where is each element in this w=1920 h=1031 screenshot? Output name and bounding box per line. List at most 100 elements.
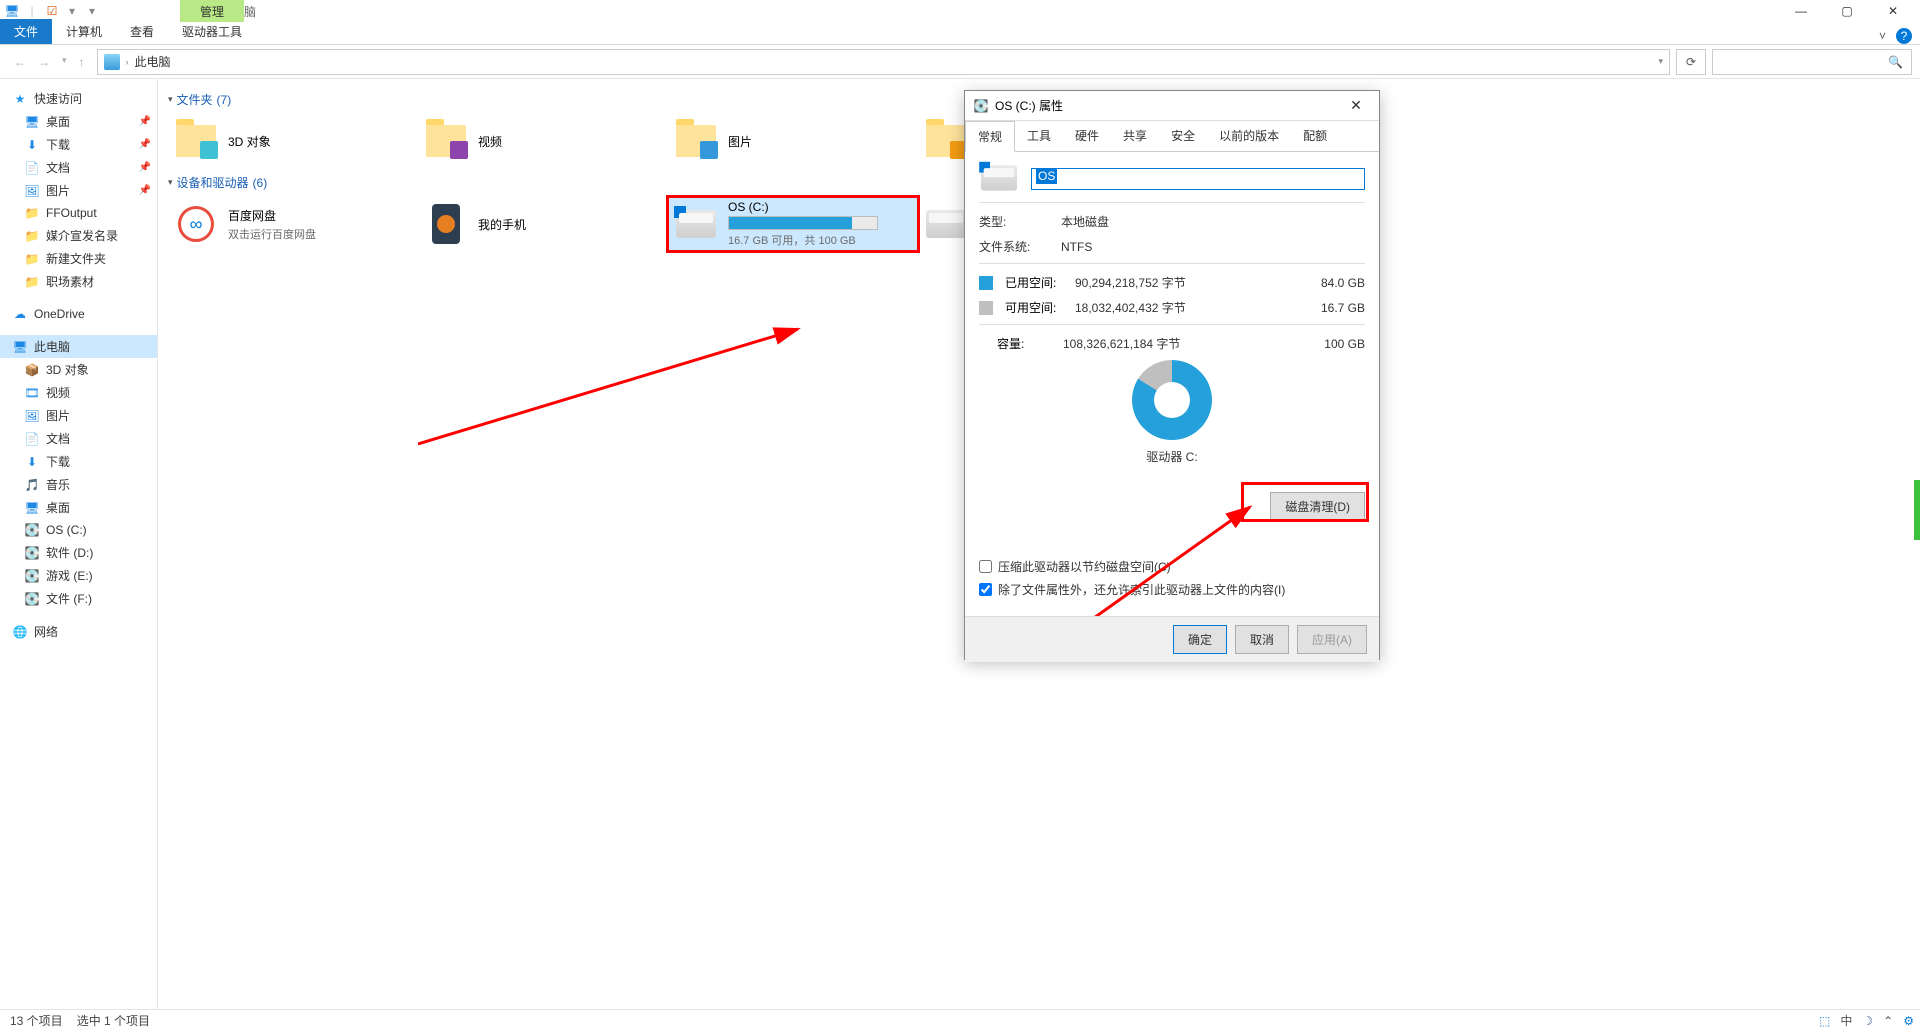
item-icon: 💽 <box>24 545 40 561</box>
cloud-icon: ☁ <box>12 306 28 322</box>
addr-dropdown-icon[interactable]: ▾ <box>1658 56 1663 67</box>
sidebar-item[interactable]: 💽游戏 (E:) <box>0 564 157 587</box>
tab-computer[interactable]: 计算机 <box>52 19 116 44</box>
sidebar-quick-access[interactable]: ★ 快速访问 <box>0 87 157 110</box>
tray-icon[interactable]: ⬚ <box>1819 1014 1830 1028</box>
dialog-close-button[interactable]: ✕ <box>1341 97 1371 114</box>
sidebar-this-pc[interactable]: 🖥 此电脑 <box>0 335 157 358</box>
nav-forward-icon[interactable]: → <box>38 55 50 69</box>
drive-icon <box>924 202 968 246</box>
title-bar: 🖥 | ☑ ▾ ▾ 管理 此电脑 — ▢ ✕ <box>0 0 1920 22</box>
sidebar-item[interactable]: 📁FFOutput <box>0 202 157 224</box>
sidebar-network[interactable]: 🌐 网络 <box>0 620 157 643</box>
folder-icon <box>674 119 718 163</box>
tab-tools[interactable]: 工具 <box>1015 121 1063 151</box>
tray-chevron-icon[interactable]: ⌃ <box>1883 1014 1893 1028</box>
item-icon: 📄 <box>24 431 40 447</box>
dialog-title: OS (C:) 属性 <box>995 97 1063 114</box>
tab-hardware[interactable]: 硬件 <box>1063 121 1111 151</box>
tab-security[interactable]: 安全 <box>1159 121 1207 151</box>
folder-item[interactable]: 视频 <box>418 114 668 168</box>
nav-back-icon[interactable]: ← <box>14 55 26 69</box>
sidebar-item-label: OS (C:) <box>46 523 87 537</box>
nav-bar: ← → ▾ ↑ › 此电脑 ▾ ⟳ 🔍 <box>0 45 1920 79</box>
qat-dropdown-icon[interactable]: ▾ <box>64 3 80 19</box>
tab-drive-tools[interactable]: 驱动器工具 <box>168 19 256 44</box>
item-label: OS (C:) <box>728 200 878 214</box>
address-bar[interactable]: › 此电脑 ▾ <box>97 49 1670 75</box>
sidebar-onedrive[interactable]: ☁ OneDrive <box>0 303 157 325</box>
scroll-indicator <box>1914 480 1920 540</box>
refresh-button[interactable]: ⟳ <box>1676 49 1706 75</box>
search-icon: 🔍 <box>1888 55 1903 69</box>
tab-quota[interactable]: 配额 <box>1291 121 1339 151</box>
checkbox-input[interactable] <box>979 583 992 596</box>
help-icon[interactable]: ? <box>1896 28 1912 44</box>
sidebar-item[interactable]: 💽OS (C:) <box>0 519 157 541</box>
network-icon: 🌐 <box>12 624 28 640</box>
item-icon: 💽 <box>24 568 40 584</box>
folder-icon: 📁 <box>24 228 40 244</box>
sidebar-item[interactable]: ⬇下载 <box>0 450 157 473</box>
ribbon-expand-icon[interactable]: ˅ <box>1879 29 1886 43</box>
nav-up-icon[interactable]: ↑ <box>79 55 85 69</box>
close-button[interactable]: ✕ <box>1870 0 1916 22</box>
search-box[interactable]: 🔍 <box>1712 49 1912 75</box>
sidebar-item[interactable]: 💽软件 (D:) <box>0 541 157 564</box>
index-checkbox[interactable]: 除了文件属性外，还允许索引此驱动器上文件的内容(I) <box>979 581 1365 598</box>
minimize-button[interactable]: — <box>1778 0 1824 22</box>
sidebar-item[interactable]: 🖼图片📌 <box>0 179 157 202</box>
sidebar-item[interactable]: 📁 媒介宣发名录 <box>0 224 157 247</box>
tray-gear-icon[interactable]: ⚙ <box>1903 1014 1914 1028</box>
tray-moon-icon[interactable]: ☽ <box>1862 1014 1873 1028</box>
checkbox-label: 除了文件属性外，还允许索引此驱动器上文件的内容(I) <box>998 581 1285 598</box>
checkbox-input[interactable] <box>979 560 992 573</box>
sidebar-item[interactable]: 💽文件 (F:) <box>0 587 157 610</box>
tab-general[interactable]: 常规 <box>965 121 1015 152</box>
sidebar-item[interactable]: 🎵音乐 <box>0 473 157 496</box>
tab-view[interactable]: 查看 <box>116 19 168 44</box>
drive-icon: ∞ <box>174 202 218 246</box>
sidebar-item[interactable]: 🖥桌面 <box>0 496 157 519</box>
used-gb: 84.0 GB <box>1321 276 1365 290</box>
cancel-button[interactable]: 取消 <box>1235 625 1289 654</box>
sidebar-item[interactable]: 🖼图片 <box>0 404 157 427</box>
checkbox-icon[interactable]: ☑ <box>44 3 60 19</box>
dialog-titlebar[interactable]: 💽 OS (C:) 属性 ✕ <box>965 91 1379 121</box>
status-item-count: 13 个项目 <box>10 1012 63 1029</box>
compress-checkbox[interactable]: 压缩此驱动器以节约磁盘空间(C) <box>979 558 1365 575</box>
qat-overflow-icon[interactable]: ▾ <box>84 3 100 19</box>
drive-item[interactable]: OS (C:)16.7 GB 可用，共 100 GB <box>668 197 918 251</box>
ok-button[interactable]: 确定 <box>1173 625 1227 654</box>
folder-item[interactable]: 3D 对象 <box>168 114 418 168</box>
sidebar-item[interactable]: 🖥桌面📌 <box>0 110 157 133</box>
item-label: 百度网盘 <box>228 207 316 224</box>
free-gb: 16.7 GB <box>1321 301 1365 315</box>
sidebar-item[interactable]: 📦3D 对象 <box>0 358 157 381</box>
sidebar-item[interactable]: 📄文档 <box>0 427 157 450</box>
used-bytes: 90,294,218,752 字节 <box>1075 274 1186 291</box>
sidebar-item[interactable]: ⬇下载📌 <box>0 133 157 156</box>
sidebar-item-label: 媒介宣发名录 <box>46 227 118 244</box>
nav-recent-icon[interactable]: ▾ <box>62 55 67 69</box>
tab-sharing[interactable]: 共享 <box>1111 121 1159 151</box>
sidebar-item[interactable]: 📁职场素材 <box>0 270 157 293</box>
apply-button[interactable]: 应用(A) <box>1297 625 1367 654</box>
maximize-button[interactable]: ▢ <box>1824 0 1870 22</box>
folder-icon: 📁 <box>24 205 40 221</box>
tray-ime-icon[interactable]: 中 <box>1840 1012 1852 1029</box>
folder-item[interactable]: 图片 <box>668 114 918 168</box>
breadcrumb-root[interactable]: 此电脑 <box>135 53 171 70</box>
capacity-gb: 100 GB <box>1324 337 1365 351</box>
sidebar-item[interactable]: 📄文档📌 <box>0 156 157 179</box>
chevron-right-icon[interactable]: › <box>126 57 129 67</box>
tab-previous[interactable]: 以前的版本 <box>1207 121 1291 151</box>
drive-item[interactable]: ∞百度网盘双击运行百度网盘 <box>168 197 418 251</box>
sidebar-item[interactable]: 📁新建文件夹 <box>0 247 157 270</box>
tab-file[interactable]: 文件 <box>0 19 52 44</box>
drive-name-input[interactable]: OS <box>1031 168 1365 190</box>
chevron-down-icon[interactable]: ▾ <box>168 94 173 105</box>
chevron-down-icon[interactable]: ▾ <box>168 177 173 188</box>
drive-item[interactable]: 我的手机 <box>418 197 668 251</box>
sidebar-item[interactable]: 🎞视频 <box>0 381 157 404</box>
